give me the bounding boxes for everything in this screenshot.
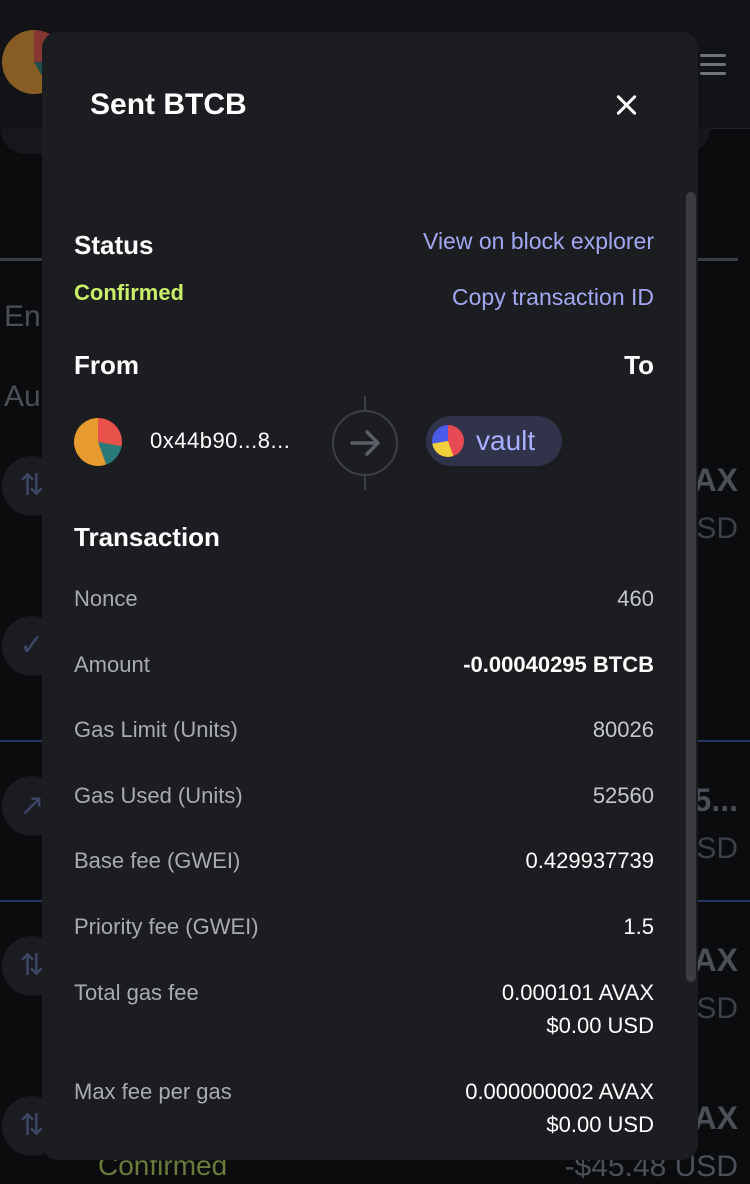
status-heading: Status <box>74 230 154 260</box>
activity-amount: 5... <box>693 782 738 818</box>
total-gas-fee-avax: 0.000101 AVAX <box>501 980 654 1005</box>
activity-amount: AX <box>693 462 738 498</box>
total-gas-fee-usd: $0.00 USD <box>546 1013 654 1038</box>
total-gas-fee-label: Total gas fee <box>74 980 199 1005</box>
copy-transaction-id-link[interactable]: Copy transaction ID <box>452 284 654 311</box>
transaction-detail-modal: Sent BTCB Status View on block explorer … <box>42 32 698 1160</box>
tab-label-partial: En <box>4 300 41 333</box>
to-account-pill[interactable]: vault <box>426 416 562 466</box>
activity-usd: SD <box>696 832 738 865</box>
activity-amount: AX <box>693 942 738 978</box>
from-avatar <box>74 418 122 466</box>
vault-icon <box>432 425 464 457</box>
gas-used-label: Gas Used (Units) <box>74 783 243 808</box>
max-fee-per-gas-label: Max fee per gas <box>74 1079 232 1104</box>
base-fee-label: Base fee (GWEI) <box>74 848 241 873</box>
arrow-right-icon <box>350 430 380 456</box>
gas-limit-label: Gas Limit (Units) <box>74 717 238 742</box>
activity-usd: SD <box>696 512 738 545</box>
priority-fee-value: 1.5 <box>623 914 654 939</box>
transaction-heading: Transaction <box>74 522 220 552</box>
section-label-partial: Au <box>4 380 41 413</box>
amount-label: Amount <box>74 652 150 677</box>
hamburger-menu-icon[interactable] <box>700 54 726 81</box>
nonce-value: 460 <box>617 586 654 611</box>
max-fee-avax: 0.000000002 AVAX <box>465 1079 654 1104</box>
total-gas-fee-value: 0.000101 AVAX $0.00 USD <box>502 976 654 1042</box>
to-heading: To <box>624 350 654 380</box>
modal-title: Sent BTCB <box>90 88 247 121</box>
from-address[interactable]: 0x44b90...8... <box>150 428 290 454</box>
direction-arrow <box>332 396 398 490</box>
max-fee-usd: $0.00 USD <box>546 1112 654 1137</box>
activity-amount: AX <box>693 1100 738 1136</box>
base-fee-value: 0.429937739 <box>525 848 654 873</box>
gas-limit-value: 80026 <box>592 717 654 742</box>
view-on-block-explorer-link[interactable]: View on block explorer <box>423 228 654 255</box>
amount-value: -0.00040295 BTCB <box>463 652 654 677</box>
max-fee-per-gas-value: 0.000000002 AVAX $0.00 USD <box>465 1075 654 1141</box>
close-icon[interactable] <box>608 88 644 124</box>
activity-usd: SD <box>696 992 738 1025</box>
from-heading: From <box>74 350 139 380</box>
to-account-label: vault <box>476 425 536 456</box>
scrollbar[interactable] <box>686 192 696 982</box>
gas-used-value: 52560 <box>592 783 654 808</box>
nonce-label: Nonce <box>74 586 138 611</box>
status-badge: Confirmed <box>74 280 184 305</box>
priority-fee-label: Priority fee (GWEI) <box>74 914 259 939</box>
